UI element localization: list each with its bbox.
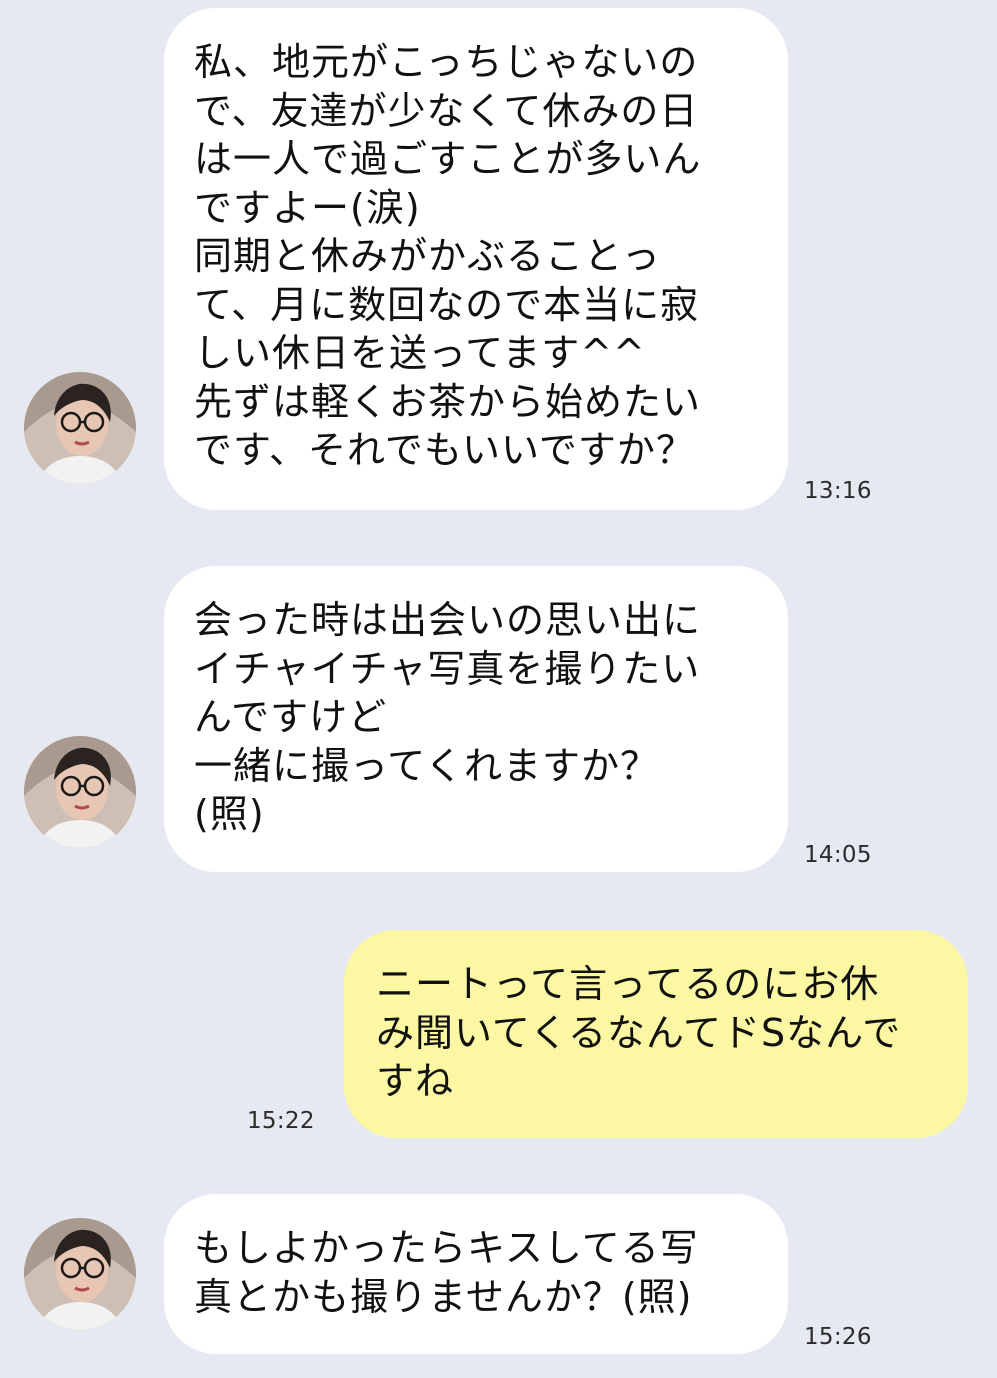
avatar-icon (24, 1218, 136, 1330)
avatar[interactable] (24, 736, 136, 848)
avatar[interactable] (24, 1218, 136, 1330)
message-timestamp: 15:22 (247, 1108, 315, 1134)
message-timestamp: 13:16 (804, 478, 872, 504)
message-timestamp: 14:05 (804, 842, 872, 868)
avatar-icon (24, 736, 136, 848)
avatar-icon (24, 372, 136, 484)
message-bubble-incoming[interactable]: 会った時は出会いの思い出に イチャイチャ写真を撮りたい んですけど 一緒に撮って… (164, 566, 788, 872)
message-bubble-incoming[interactable]: もしよかったらキスしてる写 真とかも撮りませんか？(照) (164, 1194, 788, 1354)
message-bubble-outgoing[interactable]: ニートって言ってるのにお休 み聞いてくるなんてドSなんで すね (344, 930, 968, 1138)
chat-view[interactable]: 私、地元がこっちじゃないの で、友達が少なくて休みの日 は一人で過ごすことが多い… (0, 0, 997, 1378)
avatar[interactable] (24, 372, 136, 484)
message-timestamp: 15:26 (804, 1324, 872, 1350)
message-bubble-incoming[interactable]: 私、地元がこっちじゃないの で、友達が少なくて休みの日 は一人で過ごすことが多い… (164, 8, 788, 510)
